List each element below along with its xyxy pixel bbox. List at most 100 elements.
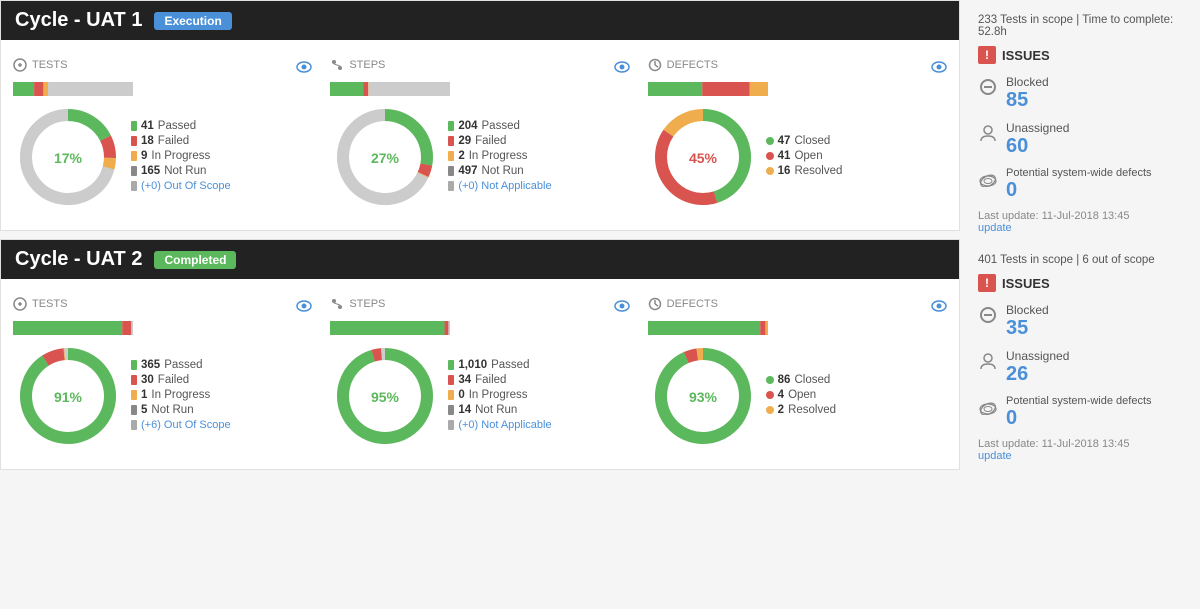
legend-color	[766, 376, 774, 384]
issues-footer: Last update: 11-Jul-2018 13:45 update	[970, 434, 1190, 468]
legend-item: 497 Not Run	[448, 165, 629, 177]
legend-label: Closed	[794, 135, 830, 147]
legend-count: 29	[458, 135, 471, 147]
legend-item: 1 In Progress	[131, 389, 312, 401]
legend-count: 14	[458, 404, 471, 416]
legend-count: 1,010	[458, 359, 487, 371]
scope-bar-uat1: 233 Tests in scope | Time to complete: 5…	[970, 10, 1190, 40]
blocked-content: Blocked 85	[1006, 75, 1182, 111]
main-container: Cycle - UAT 1 Execution TESTS 17% 41 Pas…	[0, 0, 1200, 488]
svg-text:95%: 95%	[371, 389, 400, 405]
metric-block-defects: DEFECTS 93% 86 Closed 4 Open 2 Resolved	[642, 289, 953, 459]
right-panel: 233 Tests in scope | Time to complete: 5…	[960, 0, 1200, 488]
eye-icon[interactable]	[931, 300, 947, 315]
legend-color	[766, 152, 774, 160]
legend-item: 4 Open	[766, 389, 947, 401]
legend-color	[766, 391, 774, 399]
blocked-content: Blocked 35	[1006, 303, 1182, 339]
cycle-badge-uat1[interactable]: Execution	[154, 12, 231, 30]
legend-color	[766, 406, 774, 414]
legend-label: In Progress	[151, 389, 210, 401]
donut-legend-row: 17% 41 Passed 18 Failed 9 In Progress 16…	[13, 102, 312, 212]
eye-icon[interactable]	[296, 61, 312, 76]
metric-title: DEFECTS	[648, 58, 718, 72]
legend-item: 204 Passed	[448, 120, 629, 132]
eye-icon[interactable]	[614, 300, 630, 315]
donut-container: 93%	[648, 341, 758, 451]
unassigned-count: 60	[1006, 135, 1182, 157]
legend-item: (+0) Not Applicable	[448, 180, 629, 192]
issues-header: ! ISSUES	[970, 40, 1190, 70]
legend-link[interactable]: (+6) Out Of Scope	[141, 419, 231, 431]
legend-label: In Progress	[469, 150, 528, 162]
legend-color	[131, 166, 137, 176]
potential-count: 0	[1006, 407, 1182, 429]
donut-container: 91%	[13, 341, 123, 451]
metrics-row-uat2: TESTS 91% 365 Passed 30 Failed 1 In Prog	[1, 279, 959, 469]
donut-container: 45%	[648, 102, 758, 212]
legend-color	[448, 390, 454, 400]
legend-count: 34	[458, 374, 471, 386]
issues-panel-1: ! ISSUES Blocked 35 Unassigned 26	[970, 268, 1190, 468]
legend-count: 1	[141, 389, 147, 401]
legend-link[interactable]: (+0) Not Applicable	[458, 180, 551, 192]
issues-title: ISSUES	[1002, 276, 1050, 291]
metric-title-label: TESTS	[32, 59, 67, 71]
svg-text:27%: 27%	[371, 150, 400, 166]
legend-label: Failed	[158, 135, 189, 147]
legend: 204 Passed 29 Failed 2 In Progress 497 N…	[448, 120, 629, 195]
unassigned-content: Unassigned 60	[1006, 121, 1182, 157]
legend-link[interactable]: (+0) Not Applicable	[458, 419, 551, 431]
legend-count: 16	[778, 165, 791, 177]
legend-label: Failed	[475, 135, 506, 147]
sparkline	[13, 321, 312, 335]
donut-container: 27%	[330, 102, 440, 212]
metric-title-label: STEPS	[349, 298, 385, 310]
blocked-row: Blocked 85	[970, 70, 1190, 116]
legend-item: (+6) Out Of Scope	[131, 419, 312, 431]
legend-item: 86 Closed	[766, 374, 947, 386]
metrics-row-uat1: TESTS 17% 41 Passed 18 Failed 9 In Progr	[1, 40, 959, 230]
legend: 41 Passed 18 Failed 9 In Progress 165 No…	[131, 120, 312, 195]
legend: 86 Closed 4 Open 2 Resolved	[766, 374, 947, 419]
legend-item: 47 Closed	[766, 135, 947, 147]
issues-footer: Last update: 11-Jul-2018 13:45 update	[970, 206, 1190, 240]
legend-item: 41 Open	[766, 150, 947, 162]
legend: 47 Closed 41 Open 16 Resolved	[766, 135, 947, 180]
legend-link[interactable]: (+0) Out Of Scope	[141, 180, 231, 192]
blocked-count: 35	[1006, 317, 1182, 339]
metric-title-label: DEFECTS	[667, 59, 718, 71]
issues-title: ISSUES	[1002, 48, 1050, 63]
legend-label: Open	[788, 389, 816, 401]
donut-container: 17%	[13, 102, 123, 212]
legend-item: 0 In Progress	[448, 389, 629, 401]
legend-item: 34 Failed	[448, 374, 629, 386]
legend-item: 29 Failed	[448, 135, 629, 147]
legend-label: Passed	[158, 120, 196, 132]
legend-item: 1,010 Passed	[448, 359, 629, 371]
unassigned-label: Unassigned	[1006, 349, 1182, 363]
legend-count: 2	[778, 404, 784, 416]
legend-color	[448, 121, 454, 131]
legend-count: 497	[458, 165, 477, 177]
eye-icon[interactable]	[931, 61, 947, 76]
cycle-badge-uat2[interactable]: Completed	[154, 251, 236, 269]
issues-icon: !	[978, 46, 996, 64]
update-link[interactable]: update	[978, 450, 1182, 462]
legend-item: 41 Passed	[131, 120, 312, 132]
metric-block-tests: TESTS 91% 365 Passed 30 Failed 1 In Prog	[7, 289, 318, 459]
update-link[interactable]: update	[978, 222, 1182, 234]
eye-icon[interactable]	[614, 61, 630, 76]
unassigned-count: 26	[1006, 363, 1182, 385]
legend-label: In Progress	[469, 389, 528, 401]
legend-color	[448, 166, 454, 176]
eye-icon[interactable]	[296, 300, 312, 315]
blocked-count: 85	[1006, 89, 1182, 111]
potential-icon	[978, 397, 998, 417]
issues-header: ! ISSUES	[970, 268, 1190, 298]
right-section-uat2: 401 Tests in scope | 6 out of scope ! IS…	[970, 250, 1190, 468]
cycle-title-uat2: Cycle - UAT 2	[15, 248, 142, 271]
legend-label: Not Run	[475, 404, 517, 416]
legend-item: 14 Not Run	[448, 404, 629, 416]
legend-color	[131, 375, 137, 385]
